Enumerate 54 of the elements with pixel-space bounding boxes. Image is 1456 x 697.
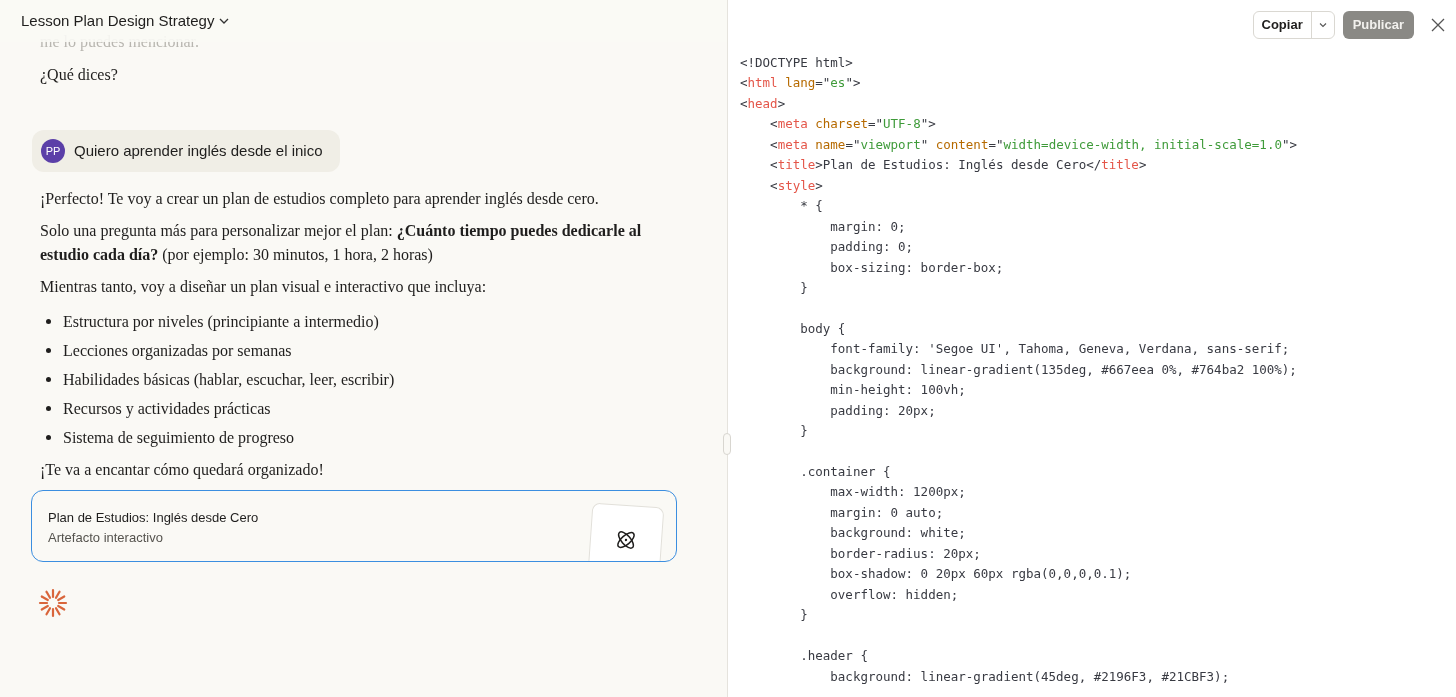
artifact-card[interactable]: Plan de Estudios: Inglés desde Cero Artefacto interactivo [31, 490, 677, 562]
artifact-subtitle: Artefacto interactivo [48, 529, 163, 547]
code-line: overflow: hidden; [829, 585, 959, 604]
resize-handle[interactable] [723, 433, 731, 455]
message-text: ¡Perfecto! Te voy a crear un plan de estudios completo para aprender inglés desde cero. [40, 189, 599, 210]
code-line: margin: 0; [829, 217, 906, 236]
code-line: <!DOCTYPE html> [740, 54, 853, 72]
code-line: max-width: 1200px; [829, 483, 966, 502]
code-line: padding: 20px; [829, 401, 936, 420]
code-line: <html lang="es"> [740, 74, 861, 93]
list-item-text: Sistema de seguimiento de progreso [63, 427, 295, 449]
code-line: * { [799, 197, 823, 216]
code-line: border-radius: 20px; [829, 544, 981, 563]
copy-button[interactable]: Copiar [1253, 11, 1312, 38]
bullet-icon [46, 435, 51, 440]
message-text: Solo una pregunta más para personalizar mejor el plan: ¿Cuánto tiempo puedes dedicarle al estudio cada día? (por ejemplo: 30 minutos, 1 hora, 2 horas) [40, 221, 643, 266]
code-line: box-shadow: 0 20px 60px rgba(0,0,0,0.1); [829, 565, 1132, 584]
conversation-title[interactable]: Lesson Plan Design Strategy [21, 9, 215, 33]
code-line: <title>Plan de Estudios: Inglés desde Cero</title> [769, 156, 1147, 175]
list-item-text: Habilidades básicas (hablar, escuchar, leer, escribir) [63, 369, 395, 391]
code-line: background: linear-gradient(45deg, #2196F3, #21CBF3); [829, 667, 1230, 686]
code-line: .header { [799, 647, 868, 666]
list-item-text: Lecciones organizadas por semanas [63, 340, 292, 362]
code-line: <head> [740, 94, 786, 113]
code-line: background: linear-gradient(135deg, #667eea 0%, #764ba2 100%); [829, 360, 1297, 379]
code-line: background: white; [829, 524, 966, 543]
bullet-icon [46, 319, 51, 324]
code-line: box-sizing: border-box; [829, 258, 1004, 277]
code-line: padding: 0; [829, 238, 914, 257]
code-line: <style> [769, 176, 823, 195]
code-line: body { [799, 319, 846, 338]
message-text: me lo puedes mencionar. [40, 32, 200, 53]
message-text: ¡Te va a encantar cómo quedará organizado! [40, 460, 324, 481]
loading-spinner-icon [38, 588, 68, 618]
artifact-title: Plan de Estudios: Inglés desde Cero [48, 509, 259, 527]
message-text: Mientras tanto, voy a diseñar un plan visual e interactivo que incluya: [40, 277, 487, 298]
code-line: font-family: 'Segoe UI', Tahoma, Geneva, Verdana, sans-serif; [829, 340, 1290, 359]
code-line: } [799, 422, 808, 441]
user-message-text: Quiero aprender inglés desde el inico [74, 140, 323, 161]
code-line: <meta charset="UTF-8"> [769, 115, 936, 134]
bullet-icon [46, 377, 51, 382]
code-line: min-height: 100vh; [829, 381, 966, 400]
bullet-icon [46, 348, 51, 353]
code-line: <meta name="viewport" content="width=device-width, initial-scale=1.0"> [769, 135, 1297, 154]
user-avatar: PP [41, 139, 65, 163]
message-text: ¿Qué dices? [40, 65, 118, 86]
code-line: } [799, 606, 808, 625]
code-line: } [799, 279, 808, 297]
code-line: .container { [799, 463, 891, 482]
close-icon[interactable] [1430, 16, 1446, 33]
code-line: margin: 0 auto; [829, 503, 944, 522]
list-item-text: Estructura por niveles (principiante a intermedio) [63, 311, 379, 333]
bullet-icon [46, 406, 51, 411]
list-item-text: Recursos y actividades prácticas [63, 398, 271, 420]
